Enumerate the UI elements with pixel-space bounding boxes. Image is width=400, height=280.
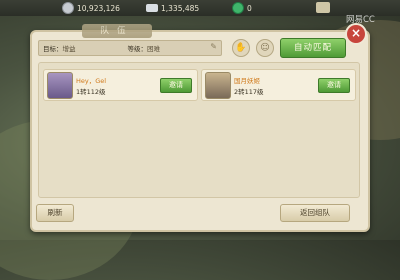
player-level: 2转117级	[234, 88, 264, 96]
filter-bar[interactable]: 目标： 增益 等级： 困难 ✎	[38, 40, 222, 56]
panel-title: 队伍	[82, 24, 152, 38]
team-panel: 队伍 目标： 增益 等级： 困难 ✎ ✋ ☺ 自动匹配 Hey，Gel 1转11…	[30, 24, 370, 232]
resource-silver-coin: 10,923,126	[62, 2, 120, 14]
silver-coin-icon	[62, 2, 74, 14]
resource-value: 1,335,485	[161, 3, 200, 13]
player-name: Hey，Gel	[76, 77, 107, 85]
level-value: 困难	[147, 45, 160, 53]
edit-icon[interactable]: ✎	[210, 42, 217, 51]
resource-jade: 0	[232, 2, 252, 14]
player-level: 1转112级	[76, 88, 106, 96]
level-label: 等级：	[127, 45, 148, 53]
return-to-team-button[interactable]: 返回组队	[280, 204, 350, 222]
player-name: 国月妖姬	[234, 77, 260, 85]
avatar	[47, 72, 73, 99]
jade-icon	[232, 2, 244, 14]
avatar	[205, 72, 231, 99]
chat-button[interactable]: ☺	[256, 39, 274, 57]
auto-match-button[interactable]: 自动匹配	[280, 38, 346, 58]
close-icon: ×	[350, 26, 362, 40]
player-row: 国月妖姬 2转117级 邀请	[201, 69, 356, 101]
resource-bar: 10,923,126 1,335,485 0	[0, 0, 400, 16]
face-icon: ☺	[260, 43, 270, 53]
player-list: Hey，Gel 1转112级 邀请 国月妖姬 2转117级 邀请	[38, 62, 360, 198]
invite-button[interactable]: 邀请	[160, 78, 192, 93]
target-value: 增益	[62, 45, 76, 53]
player-row: Hey，Gel 1转112级 邀请	[43, 69, 198, 101]
voice-button[interactable]: ✋	[232, 39, 250, 57]
close-button[interactable]: ×	[345, 23, 367, 45]
hand-icon: ✋	[235, 43, 247, 53]
resource-silver-ingot: 1,335,485	[146, 2, 199, 14]
resource-value: 0	[247, 3, 252, 13]
resource-value: 10,923,126	[77, 3, 120, 13]
refresh-button[interactable]: 刷新	[36, 204, 74, 222]
mail-icon[interactable]	[316, 2, 330, 13]
invite-button[interactable]: 邀请	[318, 78, 350, 93]
target-label: 目标：	[43, 45, 63, 53]
silver-ingot-icon	[146, 4, 158, 12]
